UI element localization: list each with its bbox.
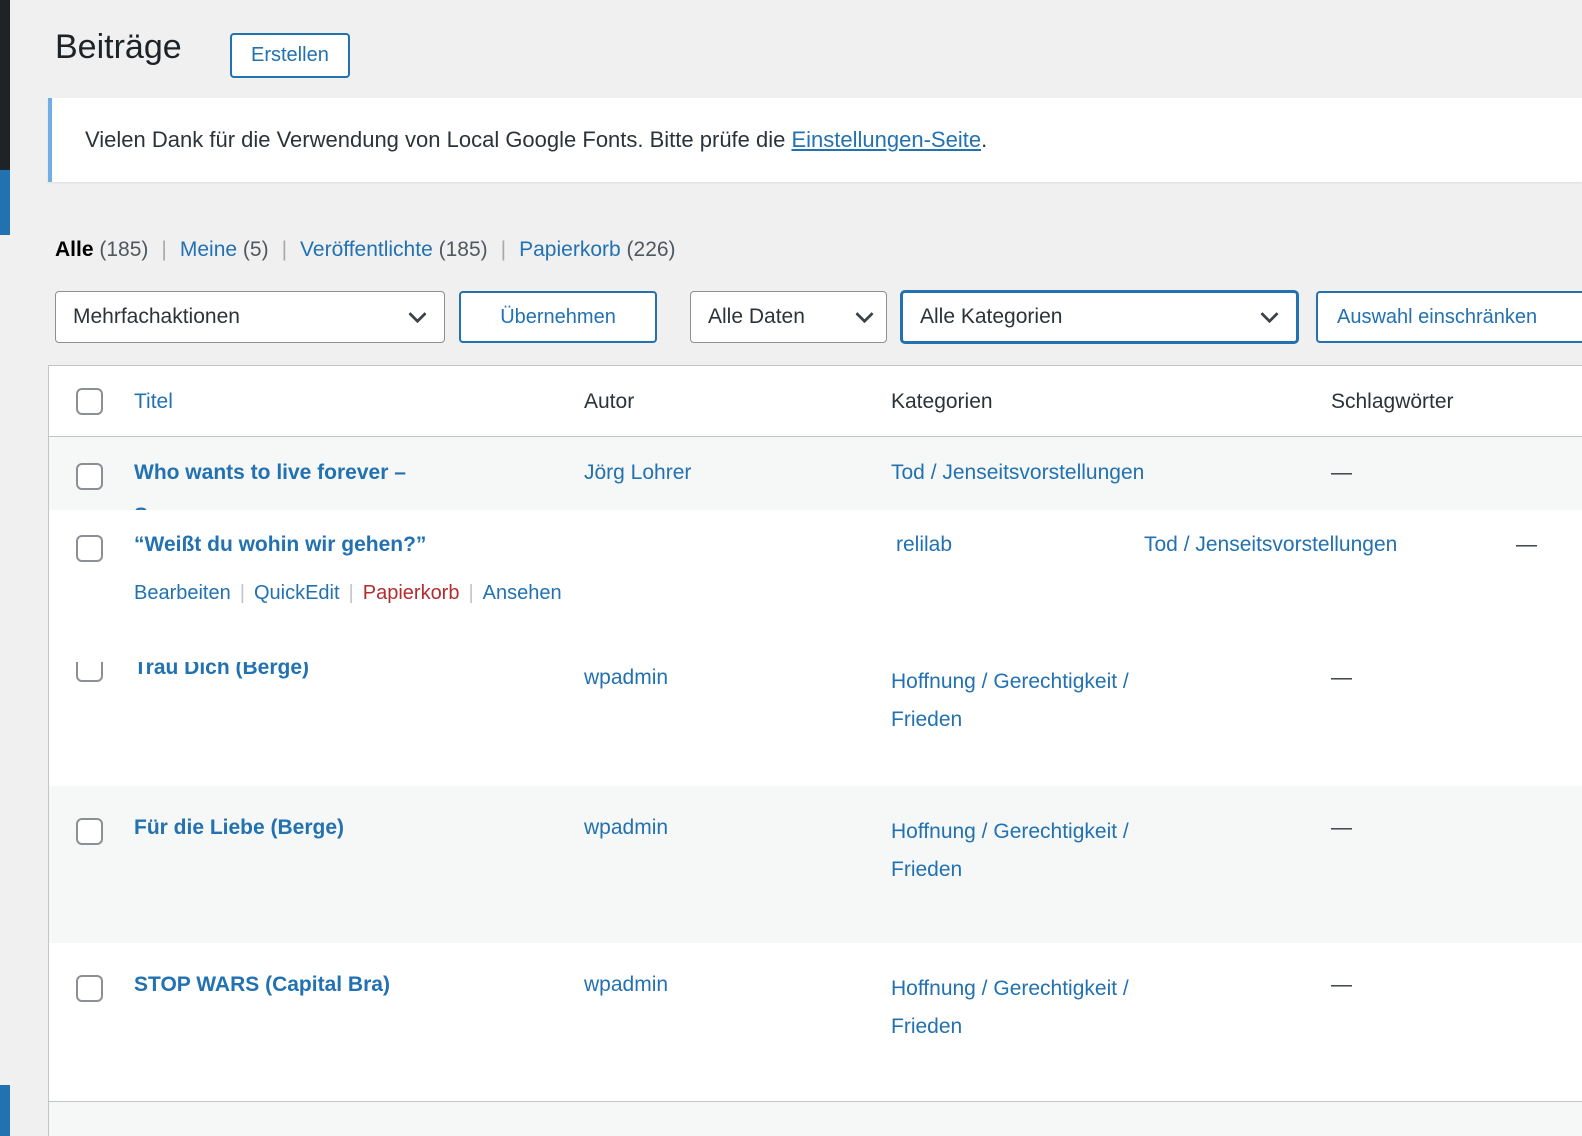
action-edit-link[interactable]: Bearbeiten: [134, 582, 231, 604]
action-view-link[interactable]: Ansehen: [483, 582, 562, 604]
filter-mine-label: Meine: [180, 238, 237, 261]
action-separator: |: [240, 582, 245, 604]
tags-cell: —: [1516, 530, 1537, 560]
author-link[interactable]: wpadmin: [584, 663, 668, 693]
wordpress-posts-page: Beiträge Erstellen Vielen Dank für die V…: [0, 0, 1582, 1136]
action-trash-link[interactable]: Papierkorb: [363, 582, 460, 604]
dates-selected-value: Alle Daten: [708, 305, 805, 329]
notice-text: Vielen Dank für die Verwendung von Local…: [52, 127, 987, 153]
admin-menu-active-item-edge: [0, 170, 10, 235]
tags-cell: —: [1331, 813, 1352, 843]
filter-separator: |: [282, 238, 287, 262]
action-separator: |: [468, 582, 473, 604]
tags-cell: —: [1331, 663, 1352, 693]
author-link[interactable]: relilab: [896, 530, 952, 560]
table-row: Für die Liebe (Berge) wpadmin Hoffnung /…: [49, 786, 1582, 943]
row-checkbox[interactable]: [76, 818, 103, 845]
filter-separator: |: [501, 238, 506, 262]
posts-table: Titel Autor Kategorien Schlagwörter Who …: [48, 365, 1582, 1136]
bulk-actions-selected-value: Mehrfachaktionen: [73, 305, 240, 329]
column-header-categories: Kategorien: [891, 387, 993, 417]
categories-link[interactable]: Tod / Jenseitsvorstellungen: [1144, 530, 1397, 560]
chevron-down-icon: [1260, 305, 1278, 323]
admin-menu-edge: [0, 0, 10, 170]
dates-filter-select[interactable]: Alle Daten: [690, 291, 887, 343]
filter-published[interactable]: Veröffentlichte (185): [300, 238, 488, 262]
categories-link[interactable]: Tod / Jenseitsvorstellungen: [891, 458, 1144, 488]
filter-trash-count: (226): [627, 238, 676, 261]
notice-text-before: Vielen Dank für die Verwendung von Local…: [85, 127, 791, 152]
notice-banner: Vielen Dank für die Verwendung von Local…: [48, 98, 1582, 182]
apply-button[interactable]: Übernehmen: [459, 291, 657, 343]
post-title-link-clipped-line[interactable]: S: [134, 501, 148, 510]
categories-selected-value: Alle Kategorien: [920, 305, 1062, 329]
filter-all[interactable]: Alle (185): [55, 238, 148, 262]
row-actions: Bearbeiten | QuickEdit | Papierkorb | Ansehen: [134, 578, 562, 608]
post-title-link[interactable]: Trau Dich (Berge): [134, 662, 309, 683]
create-post-button[interactable]: Erstellen: [230, 33, 350, 78]
table-row: Trau Dich (Berge) wpadmin Hoffnung / Ger…: [49, 662, 1582, 786]
bulk-actions-select[interactable]: Mehrfachaktionen: [55, 291, 445, 343]
author-link[interactable]: wpadmin: [584, 970, 668, 1000]
categories-filter-select[interactable]: Alle Kategorien: [901, 291, 1298, 343]
filter-mine[interactable]: Meine (5): [180, 238, 269, 262]
table-row: Who wants to live forever – S Jörg Lohre…: [49, 437, 1582, 510]
notice-text-after: .: [981, 127, 987, 152]
filter-all-count: (185): [99, 238, 148, 261]
column-header-tags: Schlagwörter: [1331, 387, 1454, 417]
post-status-filters: Alle (185) | Meine (5) | Veröffentlichte…: [55, 238, 676, 262]
select-all-checkbox[interactable]: [76, 388, 103, 415]
table-row-hovered: “Weißt du wohin wir gehen?” Bearbeiten | Q…: [49, 510, 1582, 662]
filter-trash-label: Papierkorb: [519, 238, 621, 261]
categories-link[interactable]: Hoffnung / Gerechtigkeit / Frieden: [891, 970, 1201, 1046]
table-footer: [49, 1101, 1582, 1136]
column-header-title[interactable]: Titel: [134, 387, 173, 417]
author-link[interactable]: wpadmin: [584, 813, 668, 843]
action-separator: |: [349, 582, 354, 604]
categories-link[interactable]: Hoffnung / Gerechtigkeit / Frieden: [891, 663, 1201, 739]
filter-published-count: (185): [439, 238, 488, 261]
filter-trash[interactable]: Papierkorb (226): [519, 238, 675, 262]
post-title-link[interactable]: Who wants to live forever –: [134, 458, 406, 488]
page-title: Beiträge: [55, 27, 182, 67]
row-checkbox[interactable]: [76, 463, 103, 490]
filter-all-label: Alle: [55, 238, 94, 261]
chevron-down-icon: [408, 305, 426, 323]
column-header-author: Autor: [584, 387, 634, 417]
author-link[interactable]: Jörg Lohrer: [584, 458, 691, 488]
admin-menu-edge-bottom: [0, 1085, 10, 1136]
settings-page-link[interactable]: Einstellungen-Seite: [791, 127, 981, 152]
table-row: STOP WARS (Capital Bra) wpadmin Hoffnung…: [49, 943, 1582, 1101]
filter-published-label: Veröffentlichte: [300, 238, 433, 261]
filter-mine-count: (5): [243, 238, 269, 261]
row-checkbox[interactable]: [76, 662, 103, 682]
post-title-link[interactable]: “Weißt du wohin wir gehen?”: [134, 530, 426, 560]
post-title-link[interactable]: STOP WARS (Capital Bra): [134, 970, 390, 1000]
filter-separator: |: [161, 238, 166, 262]
row-checkbox[interactable]: [76, 535, 103, 562]
post-title-link[interactable]: Für die Liebe (Berge): [134, 813, 344, 843]
chevron-down-icon: [855, 305, 873, 323]
tags-cell: —: [1331, 458, 1352, 488]
action-quickedit-link[interactable]: QuickEdit: [254, 582, 340, 604]
row-checkbox[interactable]: [76, 975, 103, 1002]
categories-link[interactable]: Hoffnung / Gerechtigkeit / Frieden: [891, 813, 1201, 889]
table-header-row: Titel Autor Kategorien Schlagwörter: [49, 366, 1582, 437]
filter-button[interactable]: Auswahl einschränken: [1316, 291, 1582, 343]
tags-cell: —: [1331, 970, 1352, 1000]
